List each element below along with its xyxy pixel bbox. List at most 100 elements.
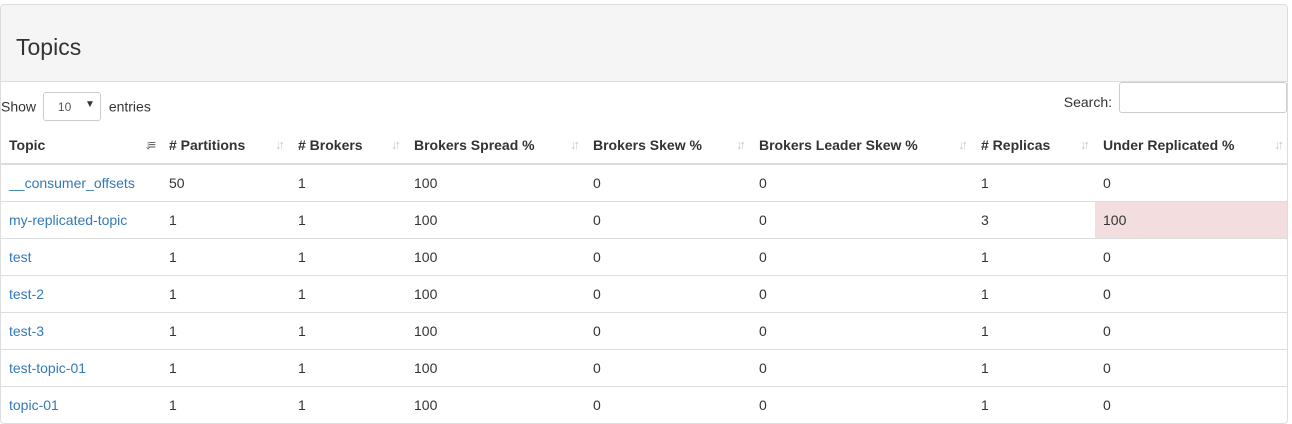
partitions-cell: 1 <box>161 348 290 386</box>
brokers-leader-skew-cell: 0 <box>751 385 973 423</box>
sort-both-icon: ↓↑ <box>570 137 580 152</box>
brokers-spread-cell: 100 <box>406 163 585 201</box>
brokers-cell: 1 <box>290 237 406 275</box>
replicas-cell: 1 <box>973 237 1095 275</box>
partitions-cell: 1 <box>161 200 290 238</box>
brokers-skew-cell: 0 <box>585 163 751 201</box>
topic-link[interactable]: test <box>9 249 32 265</box>
under-replicated-cell: 100 <box>1095 200 1287 238</box>
table-header-row: Topic ↓≡ # Partitions ↓↑ # Brokers ↓↑ Brokers … <box>1 127 1287 165</box>
topic-cell: test-2 <box>1 274 161 312</box>
brokers-skew-cell: 0 <box>585 200 751 238</box>
page-length-select[interactable]: 10 ▼ <box>42 92 101 121</box>
topics-panel: Topics Show 10 ▼ entries Search: Topic ↓≡… <box>0 4 1288 424</box>
brokers-cell: 1 <box>290 348 406 386</box>
search-label: Search: <box>1063 94 1112 110</box>
column-header[interactable]: Brokers Spread % ↓↑ <box>406 127 585 165</box>
column-header-label: Under Replicated % <box>1103 137 1235 153</box>
sort-both-icon: ↓↑ <box>275 137 285 152</box>
topic-link[interactable]: test-topic-01 <box>9 360 86 376</box>
partitions-cell: 1 <box>161 237 290 275</box>
column-header[interactable]: Under Replicated % ↓↑ <box>1095 127 1287 165</box>
partitions-cell: 1 <box>161 311 290 349</box>
brokers-leader-skew-cell: 0 <box>751 237 973 275</box>
brokers-skew-cell: 0 <box>585 385 751 423</box>
brokers-spread-cell: 100 <box>406 385 585 423</box>
replicas-cell: 1 <box>973 163 1095 201</box>
sort-both-icon: ↓↑ <box>1274 137 1284 152</box>
column-header[interactable]: Brokers Skew % ↓↑ <box>585 127 751 165</box>
sort-alpha-asc-icon: ↓≡ <box>144 137 156 152</box>
panel-heading: Topics <box>1 5 1287 82</box>
under-replicated-cell: 0 <box>1095 385 1287 423</box>
entries-label: entries <box>108 98 151 115</box>
table-row: test-3 1 1 100 0 0 1 0 <box>1 311 1287 349</box>
column-header[interactable]: Topic ↓≡ <box>1 127 161 165</box>
search-input[interactable] <box>1119 82 1287 113</box>
column-header-label: Brokers Skew % <box>593 137 702 153</box>
column-header[interactable]: # Brokers ↓↑ <box>290 127 406 165</box>
topic-link[interactable]: topic-01 <box>9 397 59 413</box>
table-row: topic-01 1 1 100 0 0 1 0 <box>1 385 1287 423</box>
topic-link[interactable]: test-2 <box>9 286 44 302</box>
brokers-skew-cell: 0 <box>585 348 751 386</box>
brokers-skew-cell: 0 <box>585 237 751 275</box>
brokers-spread-cell: 100 <box>406 311 585 349</box>
topic-cell: test-3 <box>1 311 161 349</box>
brokers-spread-cell: 100 <box>406 200 585 238</box>
replicas-cell: 1 <box>973 348 1095 386</box>
brokers-leader-skew-cell: 0 <box>751 274 973 312</box>
replicas-cell: 3 <box>973 200 1095 238</box>
column-header[interactable]: # Partitions ↓↑ <box>161 127 290 165</box>
replicas-cell: 1 <box>973 385 1095 423</box>
topics-table: Topic ↓≡ # Partitions ↓↑ # Brokers ↓↑ Brokers … <box>1 127 1287 423</box>
partitions-cell: 1 <box>161 385 290 423</box>
topic-cell: my-replicated-topic <box>1 200 161 238</box>
brokers-leader-skew-cell: 0 <box>751 311 973 349</box>
sort-both-icon: ↓↑ <box>1080 137 1090 152</box>
table-row: test-topic-01 1 1 100 0 0 1 0 <box>1 348 1287 386</box>
topic-link[interactable]: __consumer_offsets <box>9 175 135 191</box>
brokers-cell: 1 <box>290 385 406 423</box>
sort-both-icon: ↓↑ <box>958 137 968 152</box>
column-header[interactable]: # Replicas ↓↑ <box>973 127 1095 165</box>
partitions-cell: 1 <box>161 274 290 312</box>
under-replicated-cell: 0 <box>1095 237 1287 275</box>
brokers-spread-cell: 100 <box>406 237 585 275</box>
column-header[interactable]: Brokers Leader Skew % ↓↑ <box>751 127 973 165</box>
topic-link[interactable]: my-replicated-topic <box>9 212 127 228</box>
table-body: __consumer_offsets 50 1 100 0 0 1 0 my-replicate… <box>1 163 1287 423</box>
partitions-cell: 50 <box>161 163 290 201</box>
topic-cell: test-topic-01 <box>1 348 161 386</box>
sort-both-icon: ↓↑ <box>736 137 746 152</box>
topic-link[interactable]: test-3 <box>9 323 44 339</box>
brokers-leader-skew-cell: 0 <box>751 200 973 238</box>
brokers-cell: 1 <box>290 274 406 312</box>
brokers-skew-cell: 0 <box>585 311 751 349</box>
column-header-label: Topic <box>9 137 46 153</box>
brokers-spread-cell: 100 <box>406 274 585 312</box>
brokers-skew-cell: 0 <box>585 274 751 312</box>
column-header-label: Brokers Spread % <box>414 137 535 153</box>
page-length-control: Show 10 ▼ entries <box>1 92 151 121</box>
column-header-label: # Replicas <box>981 137 1051 153</box>
column-header-label: # Partitions <box>169 137 246 153</box>
page-length-value: 10 <box>57 100 72 114</box>
table-row: test 1 1 100 0 0 1 0 <box>1 237 1287 275</box>
topic-cell: __consumer_offsets <box>1 163 161 201</box>
brokers-cell: 1 <box>290 200 406 238</box>
sort-both-icon: ↓↑ <box>391 137 401 152</box>
under-replicated-cell: 0 <box>1095 348 1287 386</box>
replicas-cell: 1 <box>973 274 1095 312</box>
replicas-cell: 1 <box>973 311 1095 349</box>
chevron-down-icon: ▼ <box>85 99 95 110</box>
column-header-label: Brokers Leader Skew % <box>759 137 918 153</box>
table-row: test-2 1 1 100 0 0 1 0 <box>1 274 1287 312</box>
under-replicated-cell: 0 <box>1095 274 1287 312</box>
brokers-spread-cell: 100 <box>406 348 585 386</box>
page-title: Topics <box>16 34 82 60</box>
brokers-leader-skew-cell: 0 <box>751 163 973 201</box>
brokers-cell: 1 <box>290 311 406 349</box>
table-row: my-replicated-topic 1 1 100 0 0 3 100 <box>1 200 1287 238</box>
table-row: __consumer_offsets 50 1 100 0 0 1 0 <box>1 163 1287 201</box>
